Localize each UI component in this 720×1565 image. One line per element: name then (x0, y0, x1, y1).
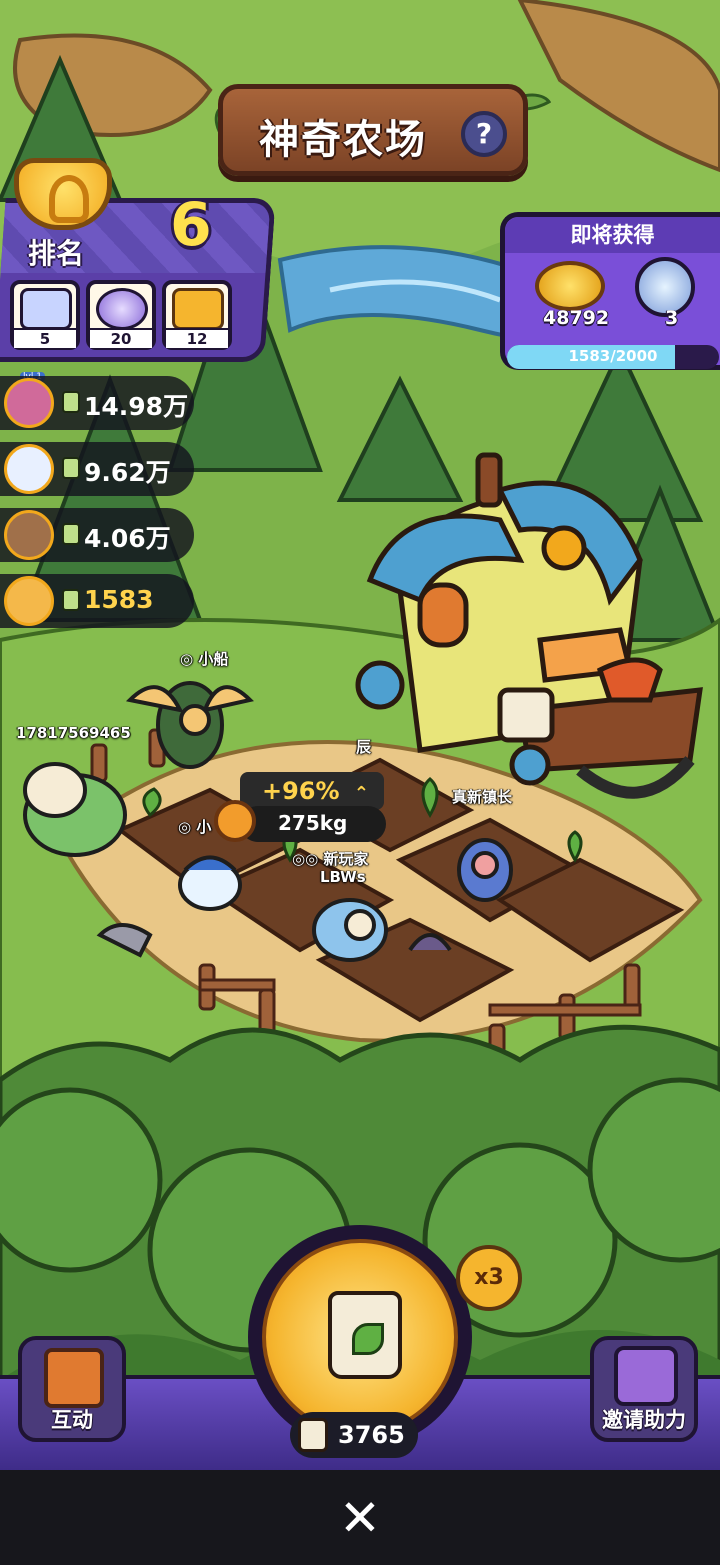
avatar (4, 510, 54, 560)
invite-icon (614, 1346, 678, 1406)
timer-icon (214, 800, 256, 842)
reward-progress-bar: 1583/2000 (507, 345, 719, 369)
close-button[interactable]: ✕ (334, 1492, 386, 1544)
player-name-tag[interactable]: ◎ 小 (178, 816, 211, 837)
page-title: 神奇农场 (259, 117, 427, 163)
fertilizer-icon (62, 523, 80, 545)
chevron-up-icon: ⌃ (353, 783, 370, 804)
player-name-tag[interactable]: 辰 (356, 736, 371, 757)
rank-value: 6 (170, 190, 212, 260)
player-name-tag[interactable]: ◎◎ 新玩家 (292, 848, 368, 869)
fertilizer-icon (62, 589, 80, 611)
avatar (4, 576, 54, 626)
rank-label: 排名 (28, 237, 85, 270)
item-count: 5 (14, 328, 76, 348)
leaderboard-score: 14.98万 (84, 392, 189, 421)
interact-button[interactable]: 互动 (18, 1336, 126, 1442)
leaderboard-row[interactable]: 4.06万 (0, 508, 194, 562)
progress-text: 1583/2000 (568, 347, 658, 365)
leaderboard-score: 1583 (84, 585, 154, 614)
capsule-icon (96, 288, 148, 330)
seed-bag-icon (328, 1291, 402, 1379)
ticket-item[interactable]: 12 (162, 280, 232, 350)
reward-capsules: 3 (665, 307, 679, 329)
player-name-tag[interactable]: ◎ 小船 (180, 648, 228, 669)
leaderboard-row[interactable]: 1583 (0, 574, 194, 628)
book-icon (44, 1348, 104, 1408)
fertilizer-icon (62, 391, 80, 413)
help-button[interactable]: ? (461, 111, 507, 157)
ticket-icon (172, 288, 224, 330)
title-banner: 神奇农场 ? (218, 84, 528, 176)
boost-value: +96% (262, 777, 340, 805)
fertilizer-icon (62, 457, 80, 479)
seed-count-value: 3765 (338, 1421, 405, 1449)
leaderboard-score: 9.62万 (84, 458, 171, 487)
seed-counter: 3765 (290, 1412, 418, 1458)
multiplier-badge[interactable]: x3 (456, 1245, 522, 1311)
player-name-tag[interactable]: 真新镇长 (452, 786, 512, 807)
invite-button[interactable]: 邀请助力 (590, 1336, 698, 1442)
mystery-box-item[interactable]: 5 (10, 280, 80, 350)
avatar (4, 378, 54, 428)
growth-boost-badge: +96% ⌃ (240, 772, 384, 810)
seed-bag-icon (298, 1418, 328, 1452)
harvest-weight-badge: 275kg (240, 806, 386, 842)
item-count: 20 (90, 328, 152, 348)
reward-title: 即将获得 (505, 217, 720, 253)
weight-value: 275kg (278, 811, 348, 835)
reward-gold: 48792 (543, 307, 610, 329)
capsule-item[interactable]: 20 (86, 280, 156, 350)
leaderboard-row[interactable]: 14.98万 (0, 376, 194, 430)
leaderboard-score: 4.06万 (84, 524, 171, 553)
leaderboard-row[interactable]: 9.62万 (0, 442, 194, 496)
interact-label: 互动 (51, 1408, 93, 1432)
reward-panel[interactable]: 即将获得 48792 3 1583/2000 (500, 212, 720, 370)
gold-coin-icon (535, 261, 605, 311)
invite-label: 邀请助力 (602, 1408, 686, 1432)
avatar (4, 444, 54, 494)
mystery-box-icon (20, 288, 72, 330)
item-count: 12 (166, 328, 228, 348)
player-name-tag[interactable]: 17817569465 (16, 724, 131, 742)
trophy-icon (8, 158, 118, 238)
player-name-tag[interactable]: LBWs (320, 868, 366, 886)
